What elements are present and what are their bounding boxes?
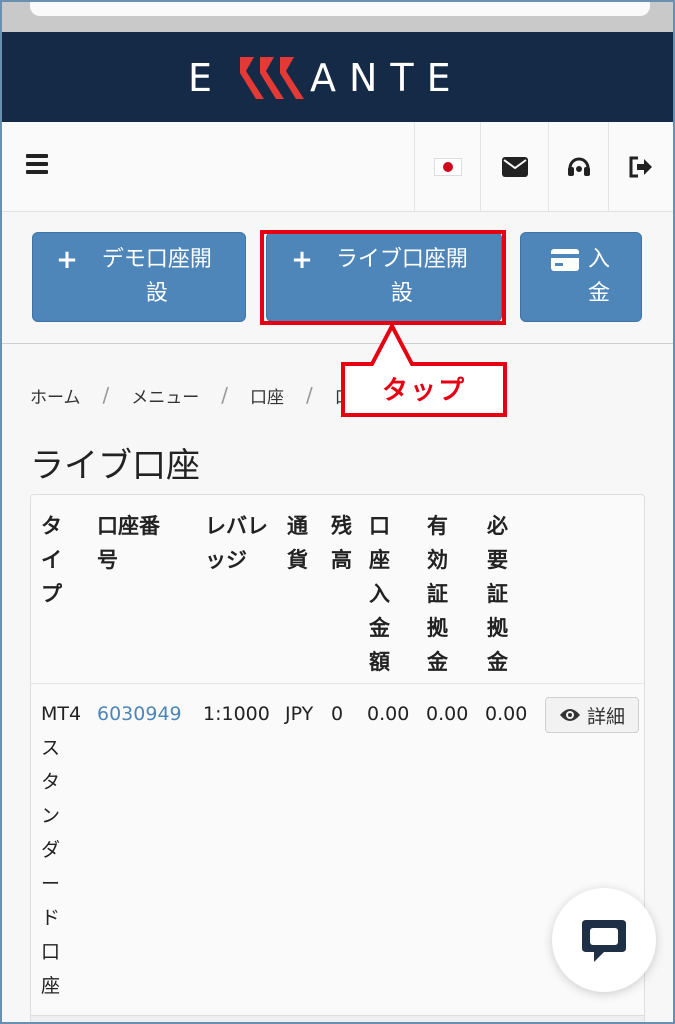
chat-bubble-icon bbox=[582, 920, 626, 962]
hamburger-icon[interactable] bbox=[26, 154, 48, 174]
cell-deposit-amount: 0.00 bbox=[367, 703, 410, 725]
eye-icon bbox=[559, 709, 580, 721]
live-chat-button[interactable] bbox=[552, 888, 656, 992]
cell-type: MT4スタンダード口座 bbox=[41, 703, 82, 997]
column-header-deposit-amount: 口座入金額 bbox=[369, 514, 390, 674]
logo-graphic: E ANTE bbox=[188, 56, 464, 100]
detail-button-label: 詳細 bbox=[586, 705, 625, 728]
japan-flag-icon bbox=[433, 158, 462, 176]
language-selector[interactable] bbox=[414, 122, 480, 212]
support-button[interactable] bbox=[548, 122, 608, 212]
breadcrumb-accounts[interactable]: 口座 bbox=[250, 383, 284, 408]
errante-logo[interactable]: E ANTE bbox=[2, 32, 673, 122]
header-divider bbox=[31, 683, 644, 684]
brand-header: E ANTE bbox=[2, 32, 673, 122]
breadcrumb-home[interactable]: ホーム bbox=[30, 383, 81, 408]
top-toolbar bbox=[2, 122, 673, 212]
demo-account-label: デモ口座開設 bbox=[101, 247, 212, 306]
breadcrumb-menu[interactable]: メニュー bbox=[131, 383, 199, 408]
column-header-currency: 通貨 bbox=[287, 514, 308, 572]
svg-text:E: E bbox=[188, 56, 220, 100]
column-header-required-margin: 必要証拠金 bbox=[487, 514, 508, 674]
page-title: ライブ口座 bbox=[30, 446, 200, 486]
cell-balance: 0 bbox=[331, 703, 344, 725]
table-row bbox=[31, 1015, 644, 1024]
action-button-row: + デモ口座開設 + ライブ口座開設 入金 bbox=[2, 212, 673, 344]
svg-text:ANTE: ANTE bbox=[310, 56, 464, 100]
callout-label: タップ bbox=[381, 375, 466, 406]
mail-button[interactable] bbox=[480, 122, 548, 212]
sign-out-icon bbox=[629, 156, 652, 178]
cell-currency: JPY bbox=[285, 703, 314, 725]
cell-account-number[interactable]: 6030949 bbox=[97, 697, 182, 731]
deposit-button[interactable]: 入金 bbox=[520, 232, 642, 322]
breadcrumb-separator: / bbox=[102, 383, 110, 407]
column-header-equity: 有効証拠金 bbox=[427, 514, 448, 674]
column-header-leverage: レバレッジ bbox=[205, 514, 268, 572]
detail-button[interactable]: 詳細 bbox=[545, 697, 639, 733]
logout-button[interactable] bbox=[608, 122, 673, 212]
headset-icon bbox=[567, 157, 590, 176]
deposit-label: 入金 bbox=[587, 247, 610, 306]
credit-card-icon bbox=[551, 249, 579, 271]
cell-equity: 0.00 bbox=[426, 703, 469, 725]
live-account-label: ライブ口座開設 bbox=[335, 247, 468, 306]
plus-icon: + bbox=[56, 245, 78, 275]
envelope-icon bbox=[501, 157, 528, 177]
open-live-account-button[interactable]: + ライブ口座開設 bbox=[266, 232, 502, 322]
plus-icon: + bbox=[291, 245, 313, 275]
open-demo-account-button[interactable]: + デモ口座開設 bbox=[32, 232, 246, 322]
breadcrumb: ホーム / メニュー / 口座 / 口 bbox=[30, 380, 352, 410]
cell-required-margin: 0.00 bbox=[485, 703, 528, 725]
column-header-balance: 残高 bbox=[331, 514, 352, 572]
column-header-account-number: 口座番号 bbox=[97, 514, 160, 572]
breadcrumb-separator: / bbox=[306, 383, 313, 407]
tap-callout: タップ bbox=[340, 322, 508, 418]
cell-leverage: 1:1000 bbox=[203, 703, 270, 725]
top-strip bbox=[2, 2, 673, 32]
breadcrumb-separator: / bbox=[221, 383, 228, 407]
column-header-type: タイプ bbox=[41, 514, 62, 606]
